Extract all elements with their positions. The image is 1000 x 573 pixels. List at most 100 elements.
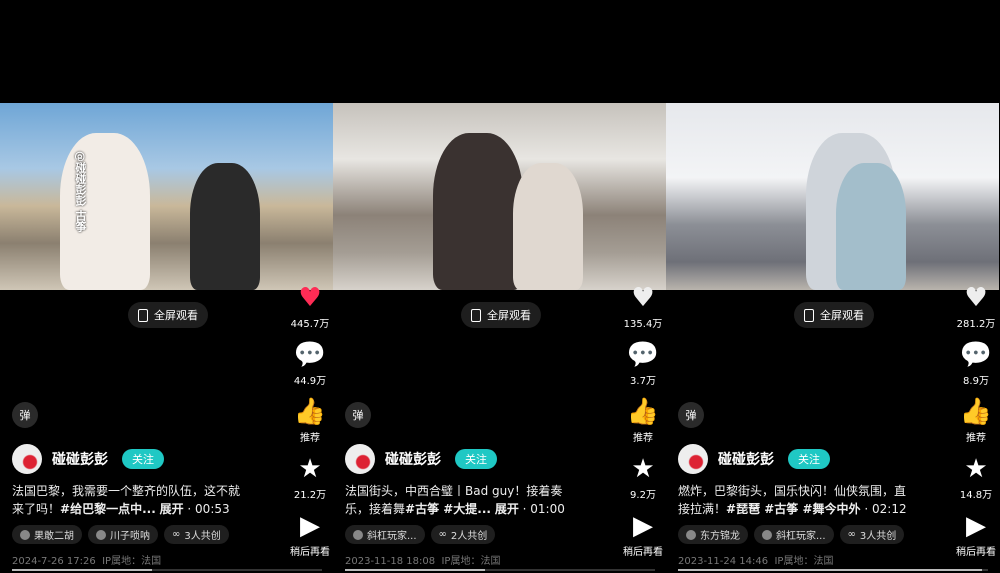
video-player[interactable]: @碰碰彭彭 古筝 (0, 103, 333, 290)
follow-button[interactable]: 关注 (788, 449, 830, 469)
co-creator-tag[interactable]: ∞ 3人共创 (164, 525, 229, 544)
video-description: 燃炸，巴黎街头，国乐快闪！仙侠氛围，直接拉满！#琵琶 #古筝 #舞今中外 · 0… (678, 482, 910, 518)
avatar[interactable] (678, 444, 708, 474)
avatar[interactable] (12, 444, 42, 474)
progress-bar[interactable] (345, 569, 655, 571)
progress-bar[interactable] (12, 569, 322, 571)
watch-later-icon: ▶ (633, 511, 653, 541)
tag-label: 川子唢呐 (110, 531, 150, 542)
hashtags[interactable]: #古筝 #大提... (405, 502, 491, 516)
tag-label: 3人共创 (859, 531, 897, 542)
hashtags[interactable]: #给巴黎一点中... (60, 502, 156, 516)
fullscreen-button[interactable]: 全屏观看 (461, 302, 541, 328)
progress-fill (678, 569, 982, 571)
ip-location: IP属地：法国 (774, 556, 834, 567)
danmaku-toggle[interactable]: 弹 (12, 402, 38, 428)
comment-button[interactable]: 💬 3.7万 (627, 340, 659, 387)
fullscreen-button[interactable]: 全屏观看 (128, 302, 208, 328)
comment-button[interactable]: 💬 44.9万 (294, 340, 326, 387)
comment-icon: 💬 (293, 340, 327, 370)
follow-button[interactable]: 关注 (455, 449, 497, 469)
author-name[interactable]: 碰碰彭彭 (52, 449, 108, 469)
recommend-label: 推荐 (633, 433, 653, 444)
co-creator-tag[interactable]: ∞ 3人共创 (839, 525, 905, 544)
favorite-count: 14.8万 (959, 490, 993, 501)
post-meta: 2023-11-18 18:08 IP属地：法国 (345, 552, 500, 567)
avatar-icon (20, 529, 30, 540)
author-name[interactable]: 碰碰彭彭 (718, 449, 774, 469)
expand-link[interactable]: 展开 (160, 502, 184, 516)
video-description: 法国巴黎，我需要一个整齐的队伍，这不就来了吗！#给巴黎一点中... 展开 · 0… (12, 482, 244, 518)
recommend-button[interactable]: 👍 推荐 (627, 397, 659, 444)
co-creator-tag[interactable]: 果敢二胡 (12, 525, 82, 544)
co-creator-tag[interactable]: 东方锦龙 (678, 525, 748, 544)
watermark: @碰碰彭彭 古筝 (74, 151, 87, 232)
avatar[interactable] (345, 444, 375, 474)
post-date: 2023-11-18 18:08 (345, 556, 436, 567)
star-icon: ★ (631, 454, 655, 484)
video-panel: 全屏观看 ♥ 135.4万 💬 3.7万 👍 推荐 ★ 9.2万 ▶ 稍后再看 弹 碰碰彭… (333, 0, 666, 573)
post-date: 2024-7-26 17:26 (12, 556, 96, 567)
watch-later-label: 稍后再看 (290, 547, 330, 558)
author-row: 碰碰彭彭 关注 (678, 444, 830, 474)
expand-link[interactable]: 展开 (495, 502, 519, 516)
like-button[interactable]: ♥ 445.7万 (291, 283, 330, 330)
co-creator-tag[interactable]: 川子唢呐 (88, 525, 158, 544)
comment-count: 8.9万 (963, 376, 989, 387)
follow-button[interactable]: 关注 (122, 449, 164, 469)
fullscreen-label: 全屏观看 (820, 309, 864, 322)
watch-later-button[interactable]: ▶ 稍后再看 (290, 511, 330, 558)
performer-figure (836, 163, 906, 290)
recommend-button[interactable]: 👍 推荐 (960, 397, 992, 444)
tag-label: 斜杠玩家... (776, 531, 826, 542)
performer-figure (513, 163, 583, 290)
tag-label: 东方锦龙 (700, 531, 740, 542)
like-count: 445.7万 (290, 319, 330, 330)
recommend-label: 推荐 (300, 433, 320, 444)
comment-button[interactable]: 💬 8.9万 (960, 340, 992, 387)
co-creator-tags: 东方锦龙 斜杠玩家... ∞ 3人共创 (678, 525, 905, 544)
like-button[interactable]: ♥ 281.2万 (957, 283, 996, 330)
post-meta: 2024-7-26 17:26 IP属地：法国 (12, 552, 161, 567)
favorite-button[interactable]: ★ 9.2万 (630, 454, 656, 501)
post-meta: 2023-11-24 14:46 IP属地：法国 (678, 552, 833, 567)
video-description: 法国街头，中西合璧丨Bad guy！接着奏乐，接着舞#古筝 #大提... 展开 … (345, 482, 577, 518)
avatar-icon (353, 529, 363, 540)
hashtags[interactable]: #琵琶 #古筝 #舞今中外 (726, 502, 861, 516)
author-name[interactable]: 碰碰彭彭 (385, 449, 441, 469)
heart-icon: ♥ (631, 283, 655, 313)
favorite-button[interactable]: ★ 21.2万 (294, 454, 326, 501)
comment-count: 3.7万 (630, 376, 656, 387)
tag-label: 3人共创 (184, 531, 221, 542)
recommend-button[interactable]: 👍 推荐 (294, 397, 326, 444)
ip-location: IP属地：法国 (102, 556, 162, 567)
ip-location: IP属地：法国 (441, 556, 501, 567)
video-panel: @碰碰彭彭 古筝 全屏观看 ♥ 445.7万 💬 44.9万 👍 推荐 ★ 21.2万 … (0, 0, 333, 573)
like-button[interactable]: ♥ 135.4万 (624, 283, 663, 330)
video-player[interactable] (333, 103, 666, 290)
comment-icon: 💬 (626, 340, 660, 370)
tag-label: 2人共创 (450, 531, 488, 542)
watch-later-button[interactable]: ▶ 稍后再看 (623, 511, 663, 558)
video-player[interactable] (666, 103, 999, 290)
fullscreen-icon (471, 308, 481, 322)
danmaku-toggle[interactable]: 弹 (345, 402, 371, 428)
thumbs-up-icon: 👍 (293, 397, 327, 427)
watch-later-button[interactable]: ▶ 稍后再看 (956, 511, 996, 558)
tag-label: 斜杠玩家... (367, 531, 417, 542)
progress-bar[interactable] (678, 569, 988, 571)
avatar-icon (762, 529, 772, 540)
co-creator-tag[interactable]: 斜杠玩家... (754, 525, 834, 544)
co-creator-tags: 斜杠玩家... ∞ 2人共创 (345, 525, 496, 544)
link-icon: ∞ (438, 529, 447, 540)
fullscreen-label: 全屏观看 (487, 309, 531, 322)
danmaku-toggle[interactable]: 弹 (678, 402, 704, 428)
favorite-button[interactable]: ★ 14.8万 (960, 454, 992, 501)
thumbs-up-icon: 👍 (959, 397, 993, 427)
co-creator-tag[interactable]: 斜杠玩家... (345, 525, 425, 544)
co-creator-tag[interactable]: ∞ 2人共创 (430, 525, 496, 544)
star-icon: ★ (964, 454, 988, 484)
comment-icon: 💬 (959, 340, 993, 370)
performer-figure (433, 133, 523, 290)
fullscreen-button[interactable]: 全屏观看 (794, 302, 874, 328)
